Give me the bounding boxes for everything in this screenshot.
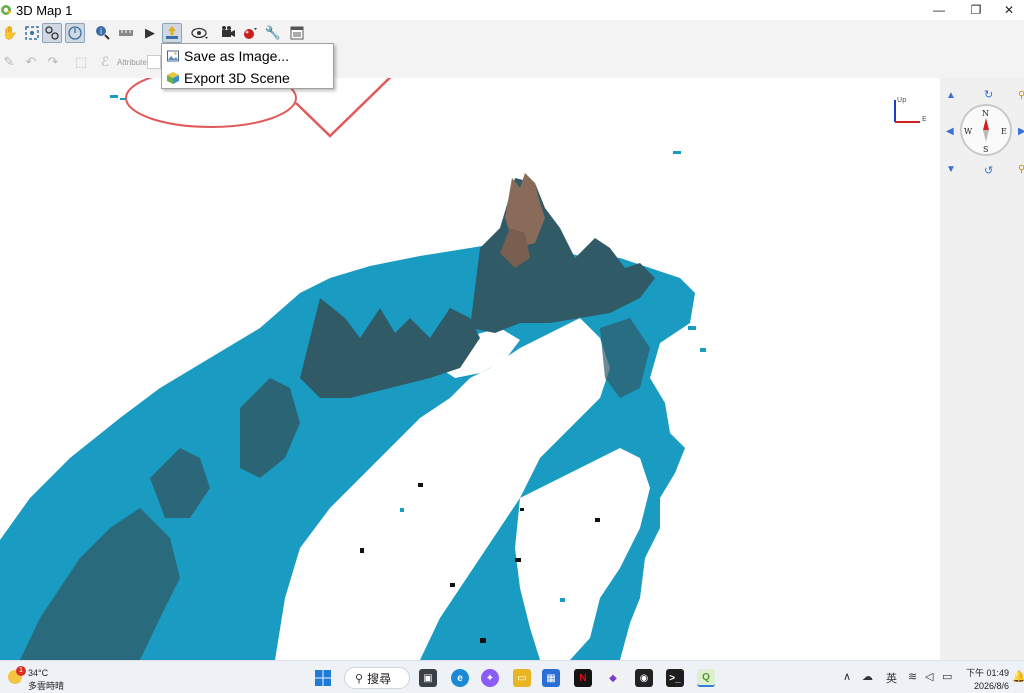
netflix-icon[interactable]: N (574, 669, 592, 687)
compass-dial[interactable]: N S E W (960, 104, 1012, 156)
cube-export-icon (167, 72, 179, 84)
ime-indicator[interactable]: 英 (886, 670, 897, 686)
main-toolbar: ✋ i ▶ 🔧 (0, 20, 1024, 46)
volume-icon[interactable]: ◁ (925, 670, 933, 683)
windows-taskbar: 1 34°C 多雲時晴 ⚲ 搜尋 ▣ e ✦ ▭ ▦ N ◆ ◉ >_ Q ∧ … (0, 660, 1024, 693)
measure-circle-icon[interactable] (65, 23, 85, 43)
image-save-icon (167, 50, 179, 62)
task-view-icon[interactable]: ▣ (419, 669, 437, 687)
notification-bell-icon[interactable]: 🔔 (1012, 670, 1024, 683)
terminal-icon[interactable]: >_ (666, 669, 684, 687)
edit-pencil-icon[interactable]: ✎ (0, 53, 18, 71)
restore-button[interactable]: ❐ (961, 0, 991, 20)
search-icon: ⚲ (355, 672, 364, 685)
annotation-overlay (125, 78, 392, 138)
close-button[interactable]: ✕ (994, 0, 1024, 20)
dock-window-icon[interactable] (287, 23, 307, 43)
wifi-icon[interactable]: ≋ (908, 670, 917, 683)
zoom-full-icon[interactable] (22, 23, 42, 43)
title-bar: 3D Map 1 — ❐ ✕ (0, 0, 1024, 20)
attribute-expression-icon[interactable]: ℰ (96, 53, 114, 71)
qgis-logo-icon (1, 5, 11, 15)
camera-movie-icon[interactable] (218, 23, 238, 43)
clock-time: 下午 01:49 (965, 668, 1009, 678)
save-as-image-menu-item[interactable]: Save as Image... (162, 45, 333, 67)
save-as-image-label: Save as Image... (184, 48, 290, 64)
play-animation-icon[interactable]: ▶ (140, 23, 160, 43)
identify-icon[interactable]: i (93, 23, 113, 43)
redo-icon[interactable]: ↷ (44, 53, 62, 71)
export-icon[interactable] (162, 23, 182, 43)
3d-map-viewport[interactable]: Up E (0, 78, 940, 660)
pan-left-icon[interactable]: ◀ (946, 126, 954, 137)
onedrive-cloud-icon[interactable]: ☁ (862, 670, 873, 683)
qgis-3d-map-window: 3D Map 1 — ❐ ✕ ✋ i ▶ 🔧 ✎ ↶ ↷ ⬚ ℰ Attribu… (0, 0, 1024, 660)
select-features-icon[interactable]: ⬚ (72, 53, 90, 71)
weather-condition: 多雲時晴 (28, 681, 65, 691)
compass-north: N (982, 109, 989, 118)
export-3d-scene-menu-item[interactable]: Export 3D Scene (162, 67, 333, 89)
undo-icon[interactable]: ↶ (22, 53, 40, 71)
options-wrench-icon[interactable]: 🔧 (263, 23, 283, 43)
attribute-field[interactable] (147, 55, 161, 69)
navigation-panel: ▲ ◀ ▼ ↻ ↺ ⚲ ▶ ⚲ N S E W (940, 78, 1024, 660)
zoom-out-icon[interactable]: ⚲ (1018, 164, 1024, 175)
export-dropdown-menu: Save as Image... Export 3D Scene (161, 43, 334, 89)
weather-badge: 1 (16, 666, 26, 676)
pan-right-icon[interactable]: ▶ (1018, 126, 1024, 137)
zoom-in-icon[interactable]: ⚲ (1018, 90, 1024, 101)
taskbar-search[interactable]: ⚲ 搜尋 (344, 667, 410, 689)
compass-east: E (1001, 127, 1007, 136)
tray-overflow-icon[interactable]: ∧ (843, 670, 851, 683)
view-eye-icon[interactable] (190, 23, 210, 43)
minimize-button[interactable]: — (924, 0, 954, 20)
attribute-label: Attribute (117, 58, 147, 67)
qgis-taskbar-icon[interactable]: Q (697, 669, 715, 687)
battery-icon[interactable]: ▭ (942, 670, 952, 683)
compass-south: S (983, 145, 989, 154)
file-explorer-icon[interactable]: ▭ (513, 669, 531, 687)
camera-control-icon[interactable] (42, 23, 62, 43)
clock-date: 2026/8/6 (973, 681, 1009, 691)
window-title: 3D Map 1 (16, 2, 73, 18)
rotate-cw-icon[interactable]: ↻ (984, 88, 993, 101)
pan-hand-icon[interactable]: ✋ (0, 23, 20, 43)
export-3d-scene-label: Export 3D Scene (184, 70, 290, 86)
svg-text:i: i (100, 27, 102, 36)
search-label: 搜尋 (367, 671, 392, 686)
taskbar-clock[interactable]: 下午 01:49 2026/8/6 (963, 666, 1009, 691)
microsoft-store-icon[interactable]: ▦ (542, 669, 560, 687)
compass-west: W (964, 127, 973, 136)
edge-browser-icon[interactable]: e (451, 669, 469, 687)
measure-ruler-icon[interactable] (116, 23, 136, 43)
media-app-icon[interactable]: ◉ (635, 669, 653, 687)
effects-sphere-icon[interactable] (240, 23, 260, 43)
tilt-up-icon[interactable]: ▲ (946, 90, 956, 101)
compass-needle-icon (983, 118, 989, 142)
windows-start-icon[interactable] (314, 669, 332, 687)
copilot-icon[interactable]: ✦ (481, 669, 499, 687)
editing-toolbar: ✎ ↶ ↷ ⬚ ℰ Attribute (0, 46, 1024, 78)
tilt-down-icon[interactable]: ▼ (946, 164, 956, 175)
photos-icon[interactable]: ◆ (604, 669, 622, 687)
weather-temperature: 34°C (28, 668, 49, 678)
rotate-ccw-icon[interactable]: ↺ (984, 164, 993, 177)
